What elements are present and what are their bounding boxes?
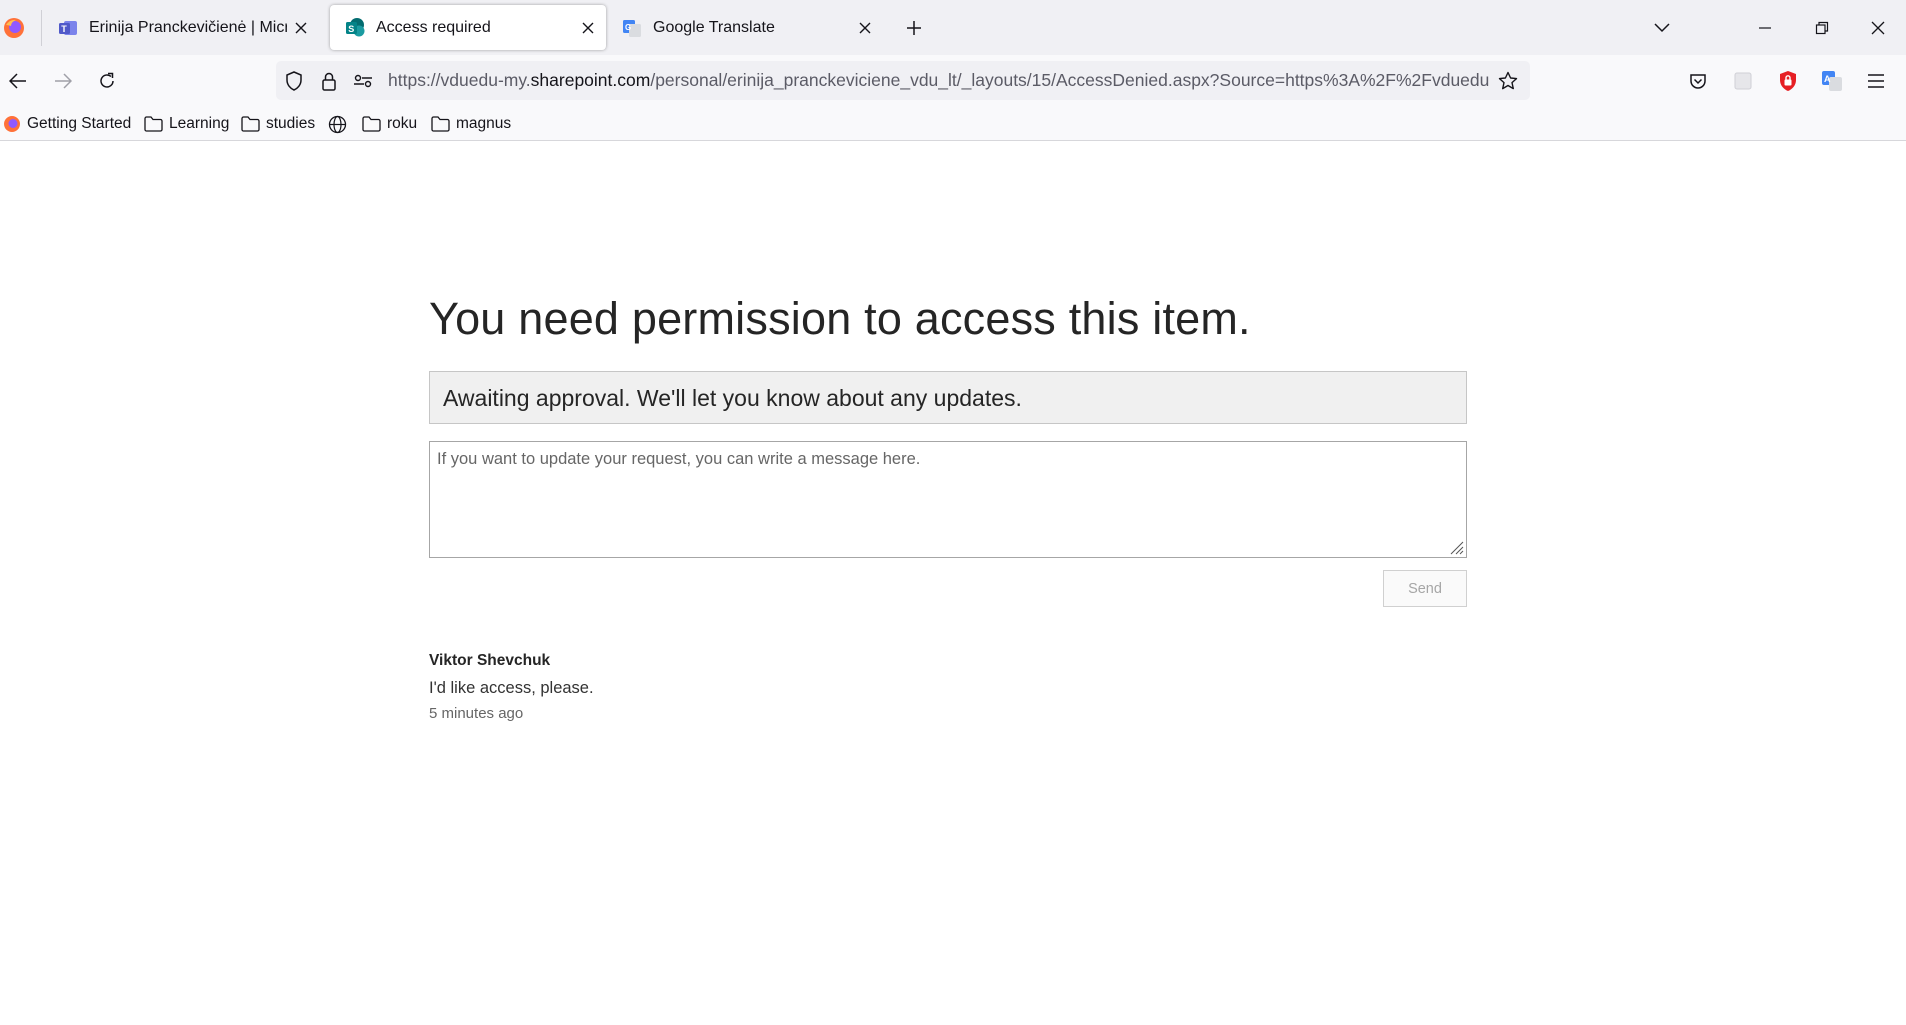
globe-icon bbox=[328, 115, 347, 133]
pocket-button[interactable] bbox=[1682, 65, 1714, 97]
svg-text:T: T bbox=[61, 24, 67, 34]
tab-title: Access required bbox=[376, 18, 491, 36]
restore-button[interactable] bbox=[1806, 12, 1838, 44]
close-tab-icon[interactable] bbox=[851, 14, 879, 42]
bookmark-label: Getting Started bbox=[27, 115, 132, 132]
url-text[interactable]: https://vduedu-my.sharepoint.com/persona… bbox=[388, 70, 1490, 91]
close-icon bbox=[1871, 21, 1885, 35]
teams-icon: T bbox=[59, 20, 77, 35]
firefox-icon bbox=[4, 116, 20, 132]
minimize-button[interactable] bbox=[1749, 12, 1781, 44]
hamburger-menu-icon bbox=[1868, 74, 1884, 88]
forward-button[interactable] bbox=[47, 65, 79, 97]
new-tab-button[interactable] bbox=[898, 12, 930, 44]
url-host: sharepoint.com bbox=[530, 70, 651, 90]
arrow-right-icon bbox=[55, 73, 72, 89]
folder-icon bbox=[431, 116, 450, 132]
lock-icon[interactable] bbox=[317, 69, 341, 93]
bookmark-label: magnus bbox=[456, 115, 512, 132]
tab-teams[interactable]: T Erinija Pranckevičienė | Microsoft Tea… bbox=[43, 5, 319, 50]
translate-extension-button[interactable]: A bbox=[1816, 65, 1848, 97]
close-window-button[interactable] bbox=[1862, 12, 1894, 44]
request-message-field[interactable] bbox=[429, 441, 1467, 558]
list-all-tabs-button[interactable] bbox=[1646, 12, 1678, 44]
tab-title: Google Translate bbox=[653, 18, 775, 36]
reload-icon bbox=[100, 72, 114, 88]
tab-access-required[interactable]: S Access required bbox=[330, 5, 606, 50]
bookmarks-toolbar: Getting Started Learning studies roku ma… bbox=[0, 106, 1906, 141]
tab-title: Erinija Pranckevičienė | Microsoft Teams bbox=[89, 18, 287, 36]
bookmark-magnus[interactable]: magnus bbox=[431, 112, 511, 136]
close-tab-icon[interactable] bbox=[574, 14, 602, 42]
svg-text:G: G bbox=[625, 23, 631, 32]
bookmark-label: Learning bbox=[169, 115, 230, 132]
tab-strip: T Erinija Pranckevičienė | Microsoft Tea… bbox=[0, 0, 1906, 55]
tracking-protection-shield-icon[interactable] bbox=[282, 69, 306, 93]
google-translate-icon: G bbox=[623, 19, 641, 37]
sharepoint-icon: S bbox=[346, 17, 365, 36]
minimize-icon bbox=[1759, 27, 1771, 29]
extension-button[interactable] bbox=[1727, 65, 1759, 97]
arrow-left-icon bbox=[9, 73, 26, 89]
close-tab-icon[interactable] bbox=[287, 14, 315, 42]
status-banner: Awaiting approval. We'll let you know ab… bbox=[429, 371, 1467, 424]
bookmark-label: roku bbox=[387, 115, 418, 132]
url-prefix: https://vduedu-my. bbox=[388, 70, 531, 90]
chevron-down-icon bbox=[1654, 23, 1670, 33]
page-title: You need permission to access this item. bbox=[429, 293, 1251, 344]
folder-icon bbox=[241, 116, 260, 132]
firefox-menu-icon[interactable] bbox=[2, 16, 26, 40]
permissions-icon[interactable] bbox=[351, 69, 375, 93]
svg-text:A: A bbox=[1824, 74, 1831, 84]
bookmark-learning[interactable]: Learning bbox=[144, 112, 229, 136]
bookmark-getting-started[interactable]: Getting Started bbox=[3, 112, 131, 136]
bookmark-globe[interactable] bbox=[328, 112, 353, 136]
bookmark-roku[interactable]: roku bbox=[362, 112, 417, 136]
folder-icon bbox=[144, 116, 163, 132]
navigation-toolbar: https://vduedu-my.sharepoint.com/persona… bbox=[0, 55, 1906, 106]
app-menu-button[interactable] bbox=[1860, 65, 1892, 97]
ublock-button[interactable] bbox=[1772, 65, 1804, 97]
svg-text:S: S bbox=[348, 24, 354, 34]
bookmark-label: studies bbox=[266, 115, 316, 132]
request-message: I'd like access, please. bbox=[429, 679, 594, 697]
request-timestamp: 5 minutes ago bbox=[429, 705, 524, 722]
translate-icon: A bbox=[1822, 71, 1842, 91]
reload-button[interactable] bbox=[91, 65, 123, 97]
extension-placeholder-icon bbox=[1734, 72, 1752, 90]
back-button[interactable] bbox=[2, 65, 34, 97]
restore-icon bbox=[1815, 21, 1829, 35]
bookmark-star-icon[interactable] bbox=[1496, 69, 1520, 93]
tab-google-translate[interactable]: G Google Translate bbox=[607, 5, 883, 50]
bookmark-studies[interactable]: studies bbox=[241, 112, 315, 136]
requester-name: Viktor Shevchuk bbox=[429, 652, 551, 669]
pocket-icon bbox=[1690, 73, 1706, 89]
send-button[interactable]: Send bbox=[1383, 570, 1467, 607]
ublock-shield-icon bbox=[1780, 71, 1796, 91]
url-path: /personal/erinija_pranckeviciene_vdu_lt/… bbox=[650, 70, 1490, 90]
plus-icon bbox=[907, 21, 921, 35]
address-bar[interactable]: https://vduedu-my.sharepoint.com/persona… bbox=[276, 61, 1530, 100]
tab-separator bbox=[41, 10, 42, 46]
folder-icon bbox=[362, 116, 381, 132]
